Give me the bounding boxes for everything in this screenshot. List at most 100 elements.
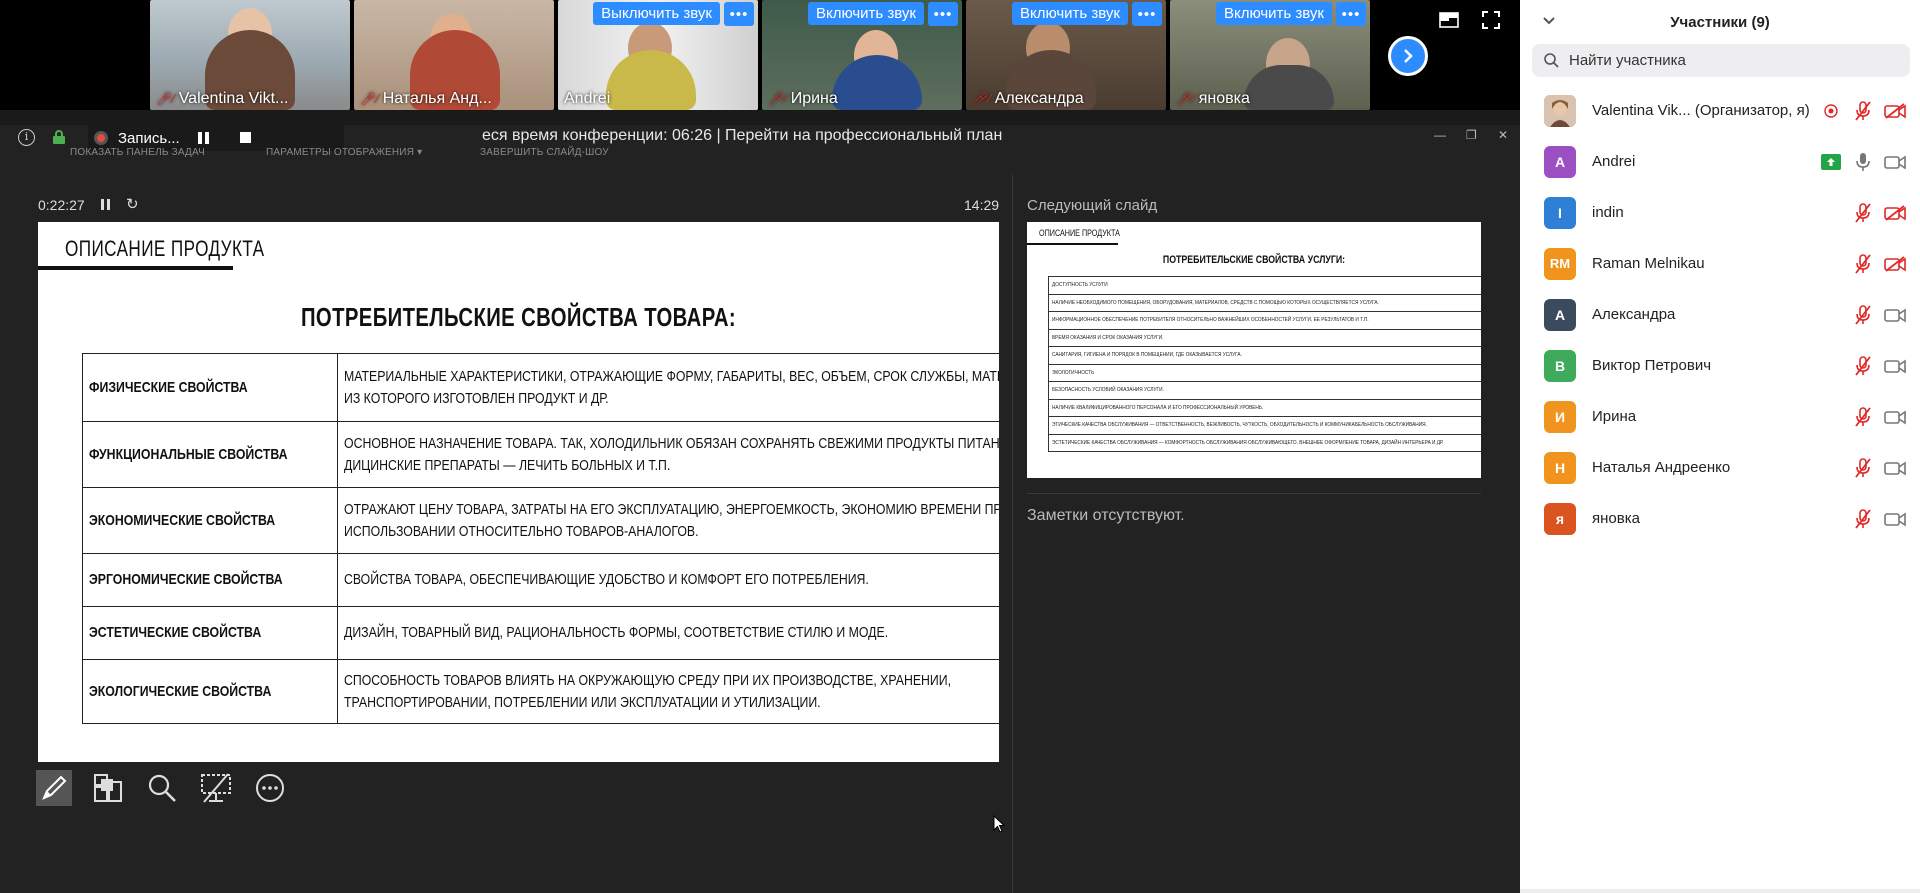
- tile-more-button[interactable]: •••: [1132, 2, 1162, 26]
- pen-tool-button[interactable]: [36, 770, 72, 806]
- next-slide-thumbnail[interactable]: ОПИСАНИЕ ПРОДУКТА ПОТРЕБИТЕЛЬСКИЕ СВОЙСТ…: [1027, 222, 1481, 478]
- participant-row[interactable]: I indin: [1520, 187, 1920, 238]
- participant-name: Наталья Андреенко: [1592, 459, 1731, 476]
- video-off-icon[interactable]: [1884, 100, 1906, 122]
- minimize-icon[interactable]: —: [1434, 128, 1446, 142]
- pen-icon: [42, 775, 67, 800]
- table-row: ФИЗИЧЕСКИЕ СВОЙСТВА МАТЕРИАЛЬНЫЕ ХАРАКТЕ…: [81, 353, 999, 422]
- zoom-meeting-window: 🎤︎⁄ Valentina Vikt... 🎤︎⁄ Наталья Анд... В…: [0, 0, 1920, 893]
- tile-more-button[interactable]: •••: [1336, 2, 1366, 26]
- mic-muted-icon[interactable]: [1852, 202, 1874, 224]
- mouse-cursor-icon: [993, 815, 1005, 833]
- chevron-right-icon: [1404, 49, 1413, 63]
- speaker-notes: Заметки отсутствуют.: [1027, 507, 1185, 524]
- participant-row[interactable]: RM Raman Melnikau: [1520, 238, 1920, 289]
- info-icon[interactable]: i: [18, 129, 35, 146]
- search-icon: [1544, 53, 1559, 68]
- close-icon[interactable]: ✕: [1498, 128, 1508, 142]
- timer-pause-icon[interactable]: [101, 199, 110, 210]
- video-on-icon[interactable]: [1884, 457, 1906, 479]
- mic-muted-icon[interactable]: [1852, 508, 1874, 530]
- mic-muted-icon: 🎤︎⁄: [972, 91, 991, 106]
- video-tile-irina[interactable]: Включить звук ••• 🎤︎⁄ Ирина: [762, 0, 962, 110]
- video-off-icon[interactable]: [1884, 253, 1906, 275]
- participant-status-icons: [1852, 391, 1906, 442]
- unmute-button[interactable]: Включить звук: [1215, 2, 1332, 25]
- tile-more-button[interactable]: •••: [928, 2, 958, 26]
- pause-recording-button[interactable]: [198, 132, 210, 144]
- mic-muted-icon: 🎤︎⁄: [156, 91, 175, 106]
- video-tile-andrei[interactable]: Выключить звук ••• Andrei: [558, 0, 758, 110]
- more-options-button[interactable]: [252, 770, 288, 806]
- black-screen-button[interactable]: [198, 770, 234, 806]
- mic-muted-icon[interactable]: [1852, 406, 1874, 428]
- property-description: ОСНОВНОЕ НАЗНАЧЕНИЕ ТОВАРА. ТАК, ХОЛОДИЛ…: [344, 434, 999, 452]
- properties-table: ФИЗИЧЕСКИЕ СВОЙСТВА МАТЕРИАЛЬНЫЕ ХАРАКТЕ…: [81, 353, 999, 724]
- participant-status-icons: [1852, 289, 1906, 340]
- mic-muted-icon[interactable]: [1852, 304, 1874, 326]
- show-taskbar-hint[interactable]: ПОКАЗАТЬ ПАНЕЛЬ ЗАДАЧ: [70, 147, 205, 158]
- table-row: ЭКОЛОГИЧНОСТЬ: [1048, 363, 1481, 382]
- chevron-down-icon[interactable]: [1542, 14, 1556, 28]
- participant-row[interactable]: Valentina Vik... (Организатор, я): [1520, 85, 1920, 136]
- layout-view-button[interactable]: [1436, 8, 1462, 32]
- search-input[interactable]: [1569, 52, 1889, 69]
- video-tile-aleksandra[interactable]: Включить звук ••• 🎤︎⁄ Александра: [966, 0, 1166, 110]
- mic-on-icon[interactable]: [1852, 151, 1874, 173]
- participants-panel: Участники (9) Valentina Vik... (Организа…: [1520, 0, 1920, 893]
- avatar: я: [1544, 502, 1576, 535]
- table-row: САНИТАРИЯ, ГИГИЕНА И ПОРЯДОК В ПОМЕЩЕНИИ…: [1048, 346, 1481, 365]
- video-tile-name: Andrei: [564, 90, 611, 107]
- participant-row[interactable]: я яновка: [1520, 493, 1920, 544]
- video-on-icon[interactable]: [1884, 406, 1906, 428]
- mic-muted-icon[interactable]: [1852, 253, 1874, 275]
- next-videos-button[interactable]: [1388, 36, 1428, 76]
- restore-icon[interactable]: ❐: [1466, 128, 1477, 142]
- table-row: ЭСТЕТИЧЕСКИЕ КАЧЕСТВА ОБСЛУЖИВАНИЯ — КОМ…: [1048, 433, 1481, 452]
- video-on-icon[interactable]: [1884, 508, 1906, 530]
- unmute-button[interactable]: Включить звук: [1011, 2, 1128, 25]
- participant-row[interactable]: И Ирина: [1520, 391, 1920, 442]
- participant-row[interactable]: В Виктор Петрович: [1520, 340, 1920, 391]
- participant-row[interactable]: А Александра: [1520, 289, 1920, 340]
- display-settings-hint[interactable]: ПАРАМЕТРЫ ОТОБРАЖЕНИЯ ▾: [266, 147, 422, 158]
- property-name: ЭКОНОМИЧЕСКИЕ СВОЙСТВА: [89, 511, 276, 529]
- video-on-icon[interactable]: [1884, 355, 1906, 377]
- timer-reset-icon[interactable]: ↻: [126, 195, 139, 213]
- video-tile-valentina[interactable]: 🎤︎⁄ Valentina Vikt...: [150, 0, 350, 110]
- avatar: И: [1544, 400, 1576, 433]
- participant-status-icons: [1852, 442, 1906, 493]
- avatar: A: [1544, 145, 1576, 178]
- tile-more-button[interactable]: •••: [724, 2, 754, 26]
- mic-muted-icon[interactable]: [1852, 457, 1874, 479]
- thumb-row-text: БЕЗОПАСНОСТЬ УСЛОВИЙ ОКАЗАНИЯ УСЛУГИ.: [1052, 387, 1164, 394]
- participants-header: Участники (9): [1520, 0, 1920, 44]
- participant-row[interactable]: A Andrei: [1520, 136, 1920, 187]
- thumb-row-text: ЭКОЛОГИЧНОСТЬ: [1052, 369, 1095, 376]
- unmute-button[interactable]: Включить звук: [807, 2, 924, 25]
- thumb-row-text: САНИТАРИЯ, ГИГИЕНА И ПОРЯДОК В ПОМЕЩЕНИИ…: [1052, 352, 1242, 359]
- stop-recording-button[interactable]: [240, 132, 251, 143]
- meeting-time-banner[interactable]: еся время конференции: 06:26 | Перейти н…: [482, 127, 1002, 145]
- video-tile-natalia[interactable]: 🎤︎⁄ Наталья Анд...: [354, 0, 554, 110]
- fullscreen-button[interactable]: [1478, 8, 1504, 32]
- mic-muted-icon[interactable]: [1852, 355, 1874, 377]
- participant-search[interactable]: [1532, 44, 1910, 77]
- table-row: ДОСТУПНОСТЬ УСЛУГИ: [1048, 276, 1481, 295]
- see-all-slides-button[interactable]: [90, 770, 126, 806]
- video-tile-yanovka[interactable]: Включить звук ••• 🎤︎⁄ яновка: [1170, 0, 1370, 110]
- video-strip: 🎤︎⁄ Valentina Vikt... 🎤︎⁄ Наталья Анд... В…: [0, 0, 1520, 110]
- more-icon: [256, 774, 284, 802]
- mute-button[interactable]: Выключить звук: [593, 2, 720, 25]
- video-on-icon[interactable]: [1884, 304, 1906, 326]
- end-slideshow-hint[interactable]: ЗАВЕРШИТЬ СЛАЙД-ШОУ: [480, 147, 609, 158]
- video-off-icon[interactable]: [1884, 202, 1906, 224]
- video-on-icon[interactable]: [1884, 151, 1906, 173]
- participant-row[interactable]: Н Наталья Андреенко: [1520, 442, 1920, 493]
- zoom-slide-button[interactable]: [144, 770, 180, 806]
- mic-muted-icon[interactable]: [1852, 100, 1874, 122]
- panel-divider: [1012, 175, 1013, 893]
- avatar-photo-icon: [1544, 94, 1576, 127]
- lock-icon[interactable]: [52, 130, 66, 144]
- table-row: ЭРГОНОМИЧЕСКИЕ СВОЙСТВА СВОЙСТВА ТОВАРА,…: [81, 553, 999, 607]
